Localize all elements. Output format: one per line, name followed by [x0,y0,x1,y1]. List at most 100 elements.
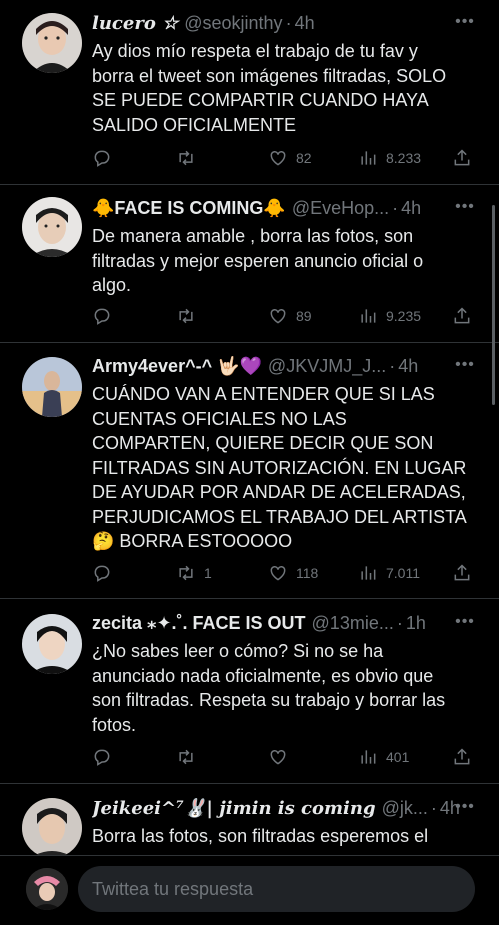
more-icon[interactable]: ••• [453,197,477,217]
like-count: 89 [296,308,312,324]
heart-icon [270,150,286,166]
retweet-button[interactable] [176,745,204,769]
retweet-button[interactable]: 1 [176,561,212,585]
tweet[interactable]: 🐥FACE IS COMING🐥 @EveHop... · 4h De mane… [0,185,499,343]
text-line: SALIDO OFICIALMENTE [92,114,297,135]
heart-icon [270,308,286,324]
tweet[interactable]: Army4ever^-^ 🤟🏻💜 @JKVJMJ_J... · 4h CUÁND… [0,343,499,599]
views-icon [361,566,376,580]
more-icon[interactable]: ••• [453,12,477,32]
more-icon[interactable]: ••• [453,355,477,375]
timestamp[interactable]: 4h [295,13,315,34]
views-count: 7.011 [386,565,420,581]
text-line: Ay dios mío respeta el trabajo de tu fav… [92,41,418,61]
text-line: De manera amable , borra las fotos, son [92,226,414,246]
text-line: DE AYUDAR POR ANDAR DE ACELERADAS, [92,482,466,502]
reply-icon [94,150,110,167]
text-line: Borra las fotos, son filtradas esperemos… [92,826,429,846]
separator-dot: · [392,197,399,218]
reply-icon [94,308,110,325]
handle[interactable]: @jk... [382,798,428,819]
tweet-text: De manera amable , borra las fotos, son … [92,224,479,298]
tweet-header: zecita ⁎✦.˚. FACE IS OUT @13mie... · 1h [92,609,479,637]
text-line: PERJUDICAMOS EL TRABAJO DEL ARTISTA [92,506,467,527]
reply-button[interactable] [92,146,112,170]
display-name[interactable]: zecita ⁎✦.˚. FACE IS OUT [92,613,306,634]
views-button[interactable]: 401 [358,745,409,769]
display-name[interactable]: Jeikeei^⁷🐰| jimin is coming [92,798,376,819]
handle[interactable]: @seokjinthy [184,13,282,34]
separator-dot: · [389,355,396,376]
reply-button[interactable] [92,304,112,328]
handle[interactable]: @EveHop... [292,198,389,219]
display-name[interactable]: lucero ☆ [92,13,178,34]
text-line: son filtradas. Respeta su trabajo y borr… [92,690,446,710]
share-icon [454,149,470,166]
avatar[interactable] [22,357,82,417]
share-button[interactable] [452,304,472,328]
share-icon [454,564,470,581]
like-button[interactable]: 82 [268,146,312,170]
views-button[interactable]: 7.011 [358,561,420,585]
like-button[interactable]: 118 [268,561,318,585]
more-icon[interactable]: ••• [453,612,477,632]
share-button[interactable] [452,561,472,585]
text-line: CUENTAS OFICIALES NO LAS [92,408,347,429]
heart-icon [270,565,286,581]
reply-button[interactable] [92,745,112,769]
text-line: algo. [92,275,132,295]
views-button[interactable]: 9.235 [358,304,421,328]
heart-icon [270,749,286,765]
reply-button[interactable] [92,561,112,585]
scrollbar-thumb[interactable] [492,205,495,405]
tweet-header: Army4ever^-^ 🤟🏻💜 @JKVJMJ_J... · 4h [92,352,479,380]
retweet-button[interactable] [176,304,204,328]
avatar[interactable] [22,614,82,674]
text-line: CUÁNDO VAN A ENTENDER QUE SI LAS [92,384,435,404]
tweet[interactable]: Jeikeei^⁷🐰| jimin is coming @jk... · 4h … [0,784,499,855]
text-line: COMPARTEN, QUIERE DECIR QUE SON [92,433,434,453]
avatar[interactable] [22,13,82,73]
tweet-text: Ay dios mío respeta el trabajo de tu fav… [92,39,479,137]
tweet[interactable]: zecita ⁎✦.˚. FACE IS OUT @13mie... · 1h … [0,599,499,784]
retweet-icon [179,565,193,581]
share-icon [454,307,470,324]
more-icon[interactable]: ••• [453,797,477,817]
display-name[interactable]: 🐥FACE IS COMING🐥 [92,198,286,219]
handle[interactable]: @13mie... [312,613,394,634]
reply-icon [94,749,110,766]
avatar[interactable] [22,197,82,257]
action-bar: 401 [92,745,475,769]
handle[interactable]: @JKVJMJ_J... [268,356,386,377]
timestamp[interactable]: 4h [401,198,421,219]
like-button[interactable] [268,745,296,769]
views-button[interactable]: 8.233 [358,146,421,170]
like-button[interactable]: 89 [268,304,312,328]
avatar[interactable] [26,868,68,910]
display-name[interactable]: Army4ever^-^ 🤟🏻💜 [92,356,262,377]
share-button[interactable] [452,745,472,769]
action-bar: 82 8.233 [92,146,475,170]
text-line: borra el tweet son imágenes filtradas, S… [92,65,447,86]
reply-icon [94,565,110,582]
separator-dot: · [430,797,437,818]
text-line: anunciado nada oficialmente, es obvio qu… [92,665,434,686]
separator-dot: · [396,612,403,633]
timestamp[interactable]: 4h [398,356,418,377]
retweet-icon [179,749,193,765]
like-count: 118 [296,565,319,581]
views-count: 8.233 [386,150,422,166]
replies-feed[interactable]: lucero ☆ @seokjinthy · 4h Ay dios mío re… [0,0,499,855]
text-line: 🤔 BORRA ESTOOOOO [92,531,293,551]
text-line: ¿No sabes leer o cómo? Si no se ha [92,641,384,661]
views-icon [361,151,376,165]
views-icon [361,309,376,323]
share-button[interactable] [452,146,472,170]
retweet-button[interactable] [176,146,204,170]
tweet[interactable]: lucero ☆ @seokjinthy · 4h Ay dios mío re… [0,0,499,185]
views-count: 401 [386,749,410,765]
like-count: 82 [296,150,312,166]
avatar[interactable] [22,798,82,855]
timestamp[interactable]: 1h [406,613,426,634]
reply-input[interactable] [78,866,475,912]
